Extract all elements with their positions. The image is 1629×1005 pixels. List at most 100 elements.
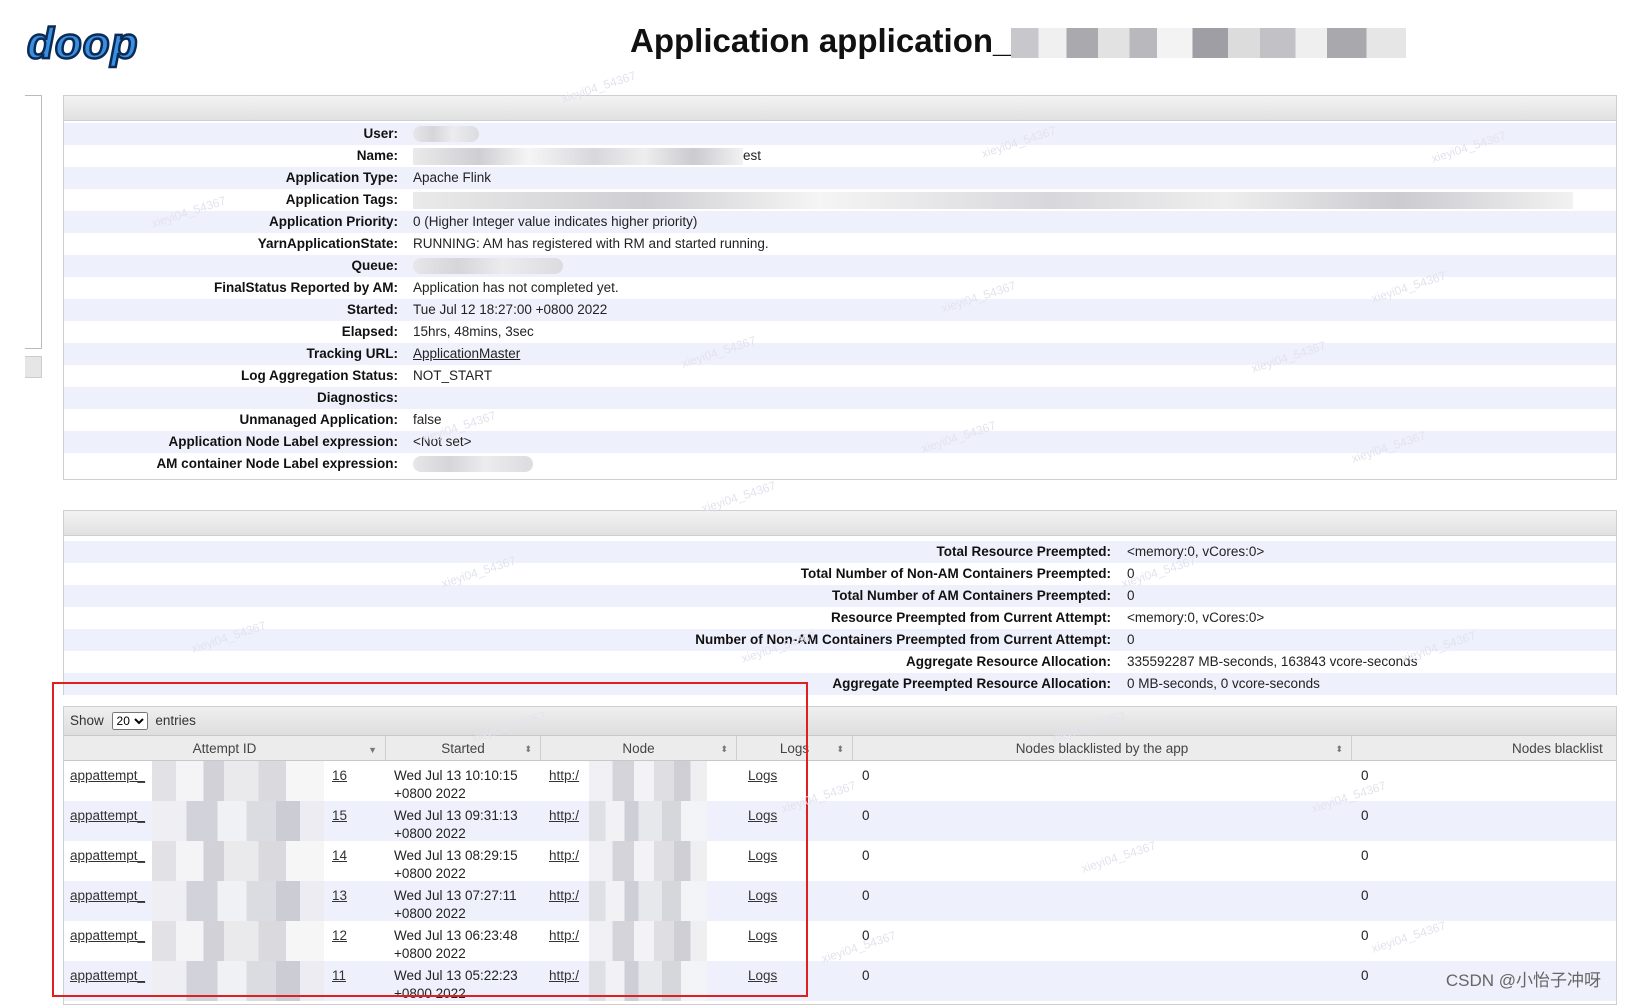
- tracking-url-link[interactable]: ApplicationMaster: [413, 346, 520, 361]
- attempt-id-suffix[interactable]: 11: [332, 968, 346, 983]
- application-overview-panel: User: Name: est Application Type: Apache Fli…: [63, 95, 1617, 480]
- info-key: Resource Preempted from Current Attempt:: [830, 610, 1111, 625]
- info-value: <memory:0, vCores:0>: [1127, 544, 1265, 559]
- panel-header[interactable]: [64, 511, 1616, 536]
- info-row: Elapsed: 15hrs, 48mins, 3sec: [64, 321, 1616, 343]
- nodes-blacklisted-system: 0: [1361, 928, 1369, 943]
- started-tz: +0800 2022: [394, 786, 466, 801]
- left-nav-toggle[interactable]: [25, 356, 42, 378]
- info-key: Log Aggregation Status:: [241, 368, 398, 383]
- redacted-node: [589, 761, 707, 801]
- attempt-id-link[interactable]: appattempt_: [70, 968, 145, 983]
- sort-icon: ⬍: [524, 744, 532, 754]
- info-row: Tracking URL: ApplicationMaster: [64, 343, 1616, 365]
- info-key: Total Resource Preempted:: [936, 544, 1111, 559]
- nodes-blacklisted-system: 0: [1361, 768, 1369, 783]
- info-value: <memory:0, vCores:0>: [1127, 610, 1265, 625]
- logs-link[interactable]: Logs: [748, 888, 777, 903]
- col-nodes-blacklisted-app[interactable]: Nodes blacklisted by the app ⬍: [853, 736, 1352, 760]
- attempt-id-suffix[interactable]: 12: [332, 928, 347, 943]
- attempt-id-suffix[interactable]: 15: [332, 808, 347, 823]
- info-row: Unmanaged Application: false: [64, 409, 1616, 431]
- info-value: [413, 192, 1573, 209]
- redacted-attempt-id: [152, 961, 324, 1001]
- info-value: Tue Jul 12 18:27:00 +0800 2022: [413, 302, 608, 317]
- nodes-blacklisted-app: 0: [862, 928, 870, 943]
- node-link[interactable]: http:/: [549, 888, 579, 903]
- logs-link[interactable]: Logs: [748, 768, 777, 783]
- left-nav-panel[interactable]: [25, 95, 42, 349]
- info-value: false: [413, 412, 442, 427]
- node-link[interactable]: http:/: [549, 808, 579, 823]
- info-value: 0: [1127, 588, 1135, 603]
- col-logs[interactable]: Logs ⬍: [737, 736, 853, 760]
- started-date: Wed Jul 13 09:31:13: [394, 808, 518, 823]
- attempt-id-link[interactable]: appattempt_: [70, 928, 145, 943]
- info-key: Diagnostics:: [316, 390, 398, 405]
- info-row: Total Number of Non-AM Containers Preemp…: [64, 563, 1616, 585]
- info-row: Total Resource Preempted: <memory:0, vCor…: [64, 541, 1616, 563]
- info-value: 0 (Higher Integer value indicates higher…: [413, 214, 698, 229]
- info-row: Log Aggregation Status: NOT_START: [64, 365, 1616, 387]
- col-nodes-blacklisted-system[interactable]: Nodes blacklist: [1352, 736, 1616, 760]
- started-cell: Wed Jul 13 10:10:15 +0800 2022: [394, 767, 518, 803]
- logs-link[interactable]: Logs: [748, 808, 777, 823]
- info-key: Application Tags:: [285, 192, 398, 207]
- redacted-value: [413, 258, 563, 275]
- info-key: Elapsed:: [341, 324, 398, 339]
- nodes-blacklisted-app: 0: [862, 968, 870, 983]
- nodes-blacklisted-app: 0: [862, 768, 870, 783]
- started-tz: +0800 2022: [394, 986, 466, 1001]
- info-key: User:: [363, 126, 398, 141]
- info-value: NOT_START: [413, 368, 493, 383]
- info-key: Name:: [356, 148, 398, 163]
- node-link[interactable]: http:/: [549, 968, 579, 983]
- panel-header[interactable]: [64, 96, 1616, 121]
- table-row: appattempt_ 14 Wed Jul 13 08:29:15 +0800 20…: [64, 841, 1616, 881]
- info-value: 0 MB-seconds, 0 vcore-seconds: [1127, 676, 1320, 691]
- info-key: Tracking URL:: [306, 346, 398, 361]
- info-value: RUNNING: AM has registered with RM and s…: [413, 236, 769, 251]
- info-row: Name: est: [64, 145, 1616, 167]
- info-row: AM container Node Label expression:: [64, 453, 1616, 475]
- attempt-id-link[interactable]: appattempt_: [70, 888, 145, 903]
- attempt-id-link[interactable]: appattempt_: [70, 848, 145, 863]
- col-node[interactable]: Node ⬍: [541, 736, 737, 760]
- node-link[interactable]: http:/: [549, 928, 579, 943]
- redacted-attempt-id: [152, 881, 324, 921]
- col-started[interactable]: Started ⬍: [386, 736, 541, 760]
- entries-per-page-select[interactable]: 20: [111, 712, 148, 730]
- col-attempt-id[interactable]: Attempt ID ▼: [64, 736, 386, 760]
- redacted-app-id: [1011, 28, 1407, 59]
- info-key: Application Priority:: [268, 214, 398, 229]
- logs-link[interactable]: Logs: [748, 968, 777, 983]
- redacted-value: [413, 148, 743, 165]
- show-label: Show: [70, 713, 104, 728]
- info-value: [413, 126, 479, 143]
- attempt-id-suffix[interactable]: 16: [332, 768, 347, 783]
- redacted-node: [589, 961, 707, 1001]
- nodes-blacklisted-system: 0: [1361, 808, 1369, 823]
- node-link[interactable]: http:/: [549, 768, 579, 783]
- attempt-id-suffix[interactable]: 14: [332, 848, 347, 863]
- started-cell: Wed Jul 13 08:29:15 +0800 2022: [394, 847, 518, 883]
- attempt-id-suffix[interactable]: 13: [332, 888, 347, 903]
- name-value-suffix: est: [743, 148, 762, 164]
- info-key: Aggregate Preempted Resource Allocation:: [832, 676, 1111, 691]
- table-length-control: Show 20 entries: [64, 707, 1616, 736]
- redacted-attempt-id: [152, 761, 324, 801]
- redacted-attempt-id: [152, 921, 324, 961]
- redacted-value: [413, 126, 479, 143]
- info-row: Application Node Label expression: <Not s…: [64, 431, 1616, 453]
- nodes-blacklisted-system: 0: [1361, 888, 1369, 903]
- attempt-id-link[interactable]: appattempt_: [70, 808, 145, 823]
- started-cell: Wed Jul 13 06:23:48 +0800 2022: [394, 927, 518, 963]
- node-link[interactable]: http:/: [549, 848, 579, 863]
- started-date: Wed Jul 13 05:22:23: [394, 968, 518, 983]
- csdn-watermark: CSDN @小怡子冲呀: [1445, 971, 1601, 990]
- attempt-id-link[interactable]: appattempt_: [70, 768, 145, 783]
- sort-desc-icon: ▼: [368, 745, 377, 755]
- logs-link[interactable]: Logs: [748, 848, 777, 863]
- logs-link[interactable]: Logs: [748, 928, 777, 943]
- info-row: Application Priority: 0 (Higher Integer v…: [64, 211, 1616, 233]
